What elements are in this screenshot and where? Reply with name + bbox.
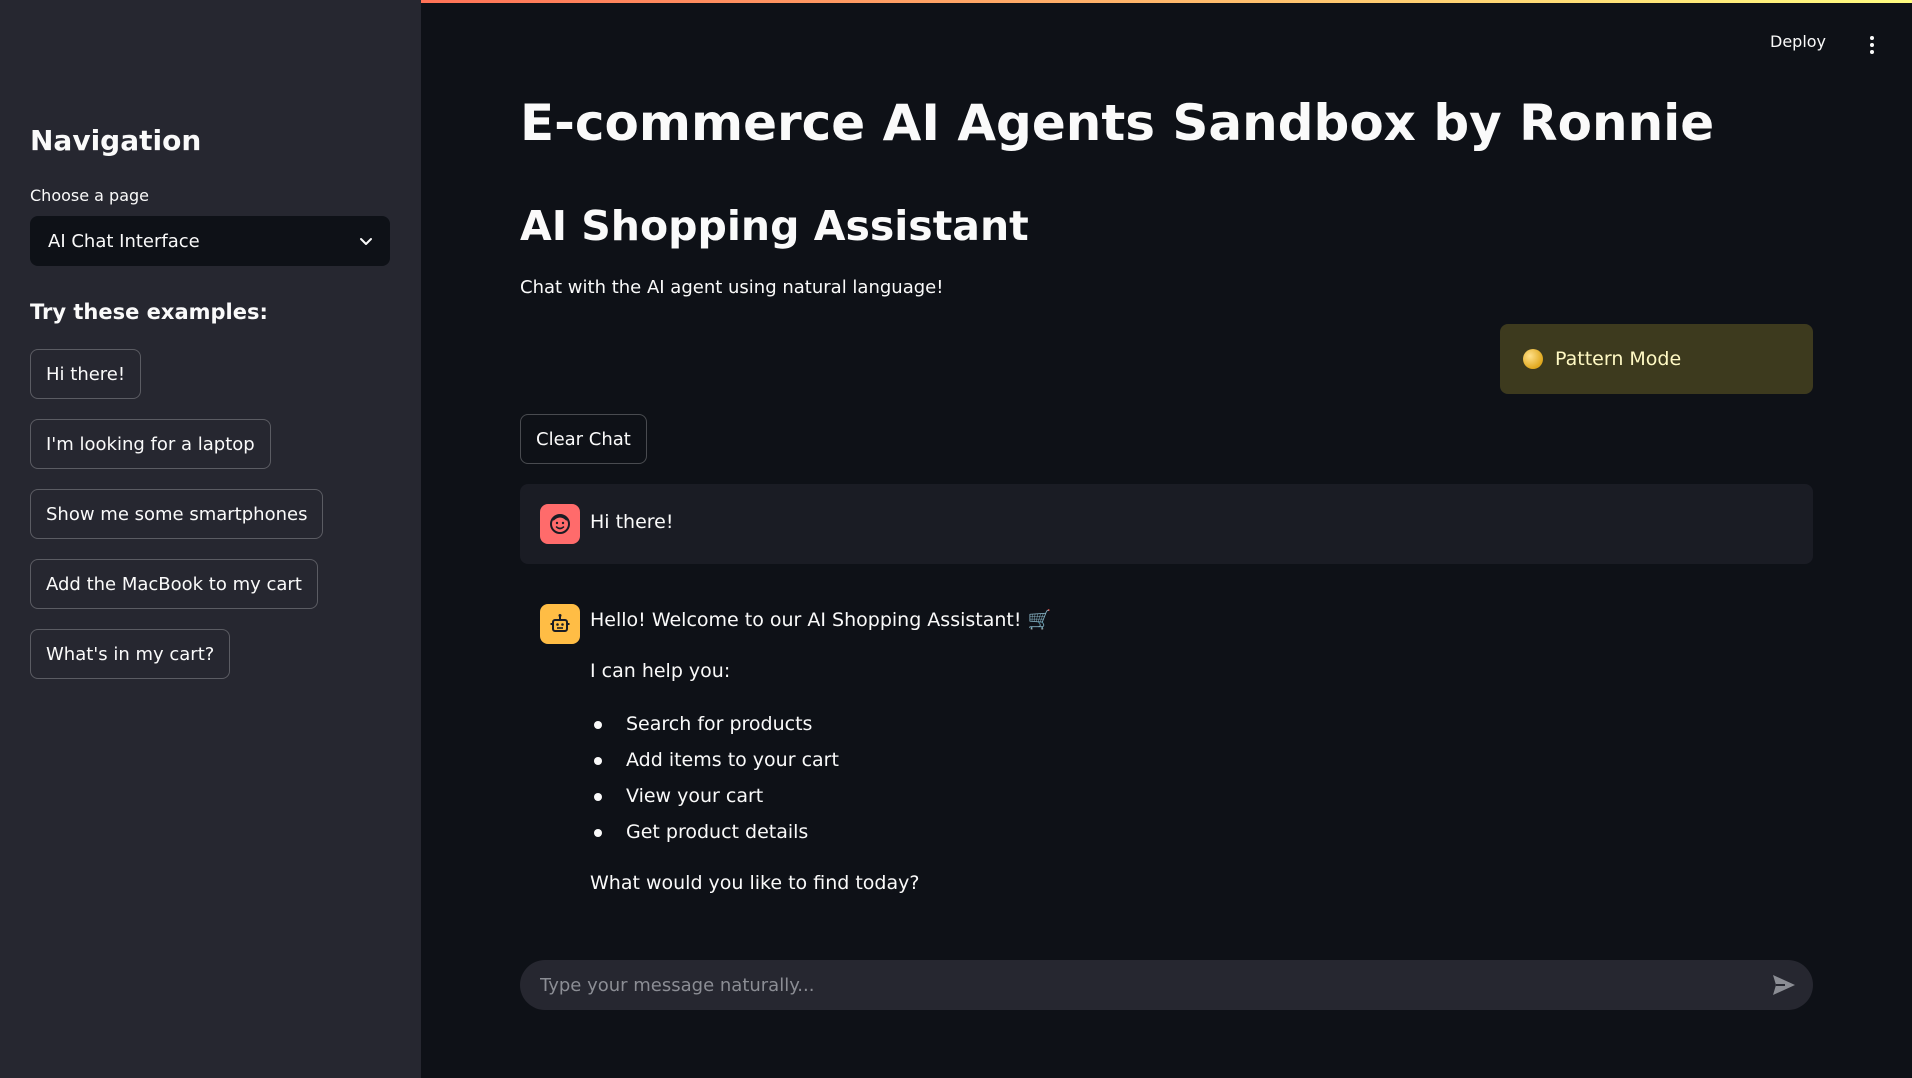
bot-greeting: Hello! Welcome to our AI Shopping Assist… [590,609,1052,631]
kebab-menu-icon[interactable] [1864,34,1880,56]
send-icon[interactable] [1771,973,1797,997]
list-item: View your cart [590,782,839,818]
list-item-text: Add items to your cart [626,749,839,771]
chevron-down-icon [360,238,372,245]
chat-input-bar [520,960,1813,1010]
page-select-value: AI Chat Interface [48,230,200,252]
list-item-text: View your cart [626,785,764,807]
bot-capabilities-list: Search for products Add items to your ca… [590,710,839,854]
section-title: AI Shopping Assistant [520,202,1029,250]
chat-input[interactable] [540,960,1740,1010]
examples-title: Try these examples: [30,300,268,324]
deploy-button[interactable]: Deploy [1770,32,1826,51]
sidebar: Navigation Choose a page AI Chat Interfa… [0,0,421,1078]
example-button-hi[interactable]: Hi there! [30,349,142,399]
example-button-cart[interactable]: What's in my cart? [30,629,231,679]
example-button-smartphones[interactable]: Show me some smartphones [30,489,324,539]
user-message: Hi there! [520,484,1813,564]
yellow-circle-icon [1523,349,1543,369]
user-message-text: Hi there! [590,511,674,533]
example-button-laptop[interactable]: I'm looking for a laptop [30,419,271,469]
list-item: Search for products [590,710,839,746]
clear-chat-button[interactable]: Clear Chat [520,414,647,464]
list-item: Add items to your cart [590,746,839,782]
bot-intro: I can help you: [590,660,731,682]
page-description: Chat with the AI agent using natural lan… [520,277,944,298]
example-button-add-macbook[interactable]: Add the MacBook to my cart [30,559,318,609]
bot-closing: What would you like to find today? [590,872,920,894]
user-face-icon [540,504,580,544]
list-item-text: Get product details [626,821,809,843]
robot-icon [540,604,580,644]
list-item-text: Search for products [626,713,813,735]
list-item: Get product details [590,818,839,854]
mode-label: Pattern Mode [1555,348,1682,370]
page-title: E-commerce AI Agents Sandbox by Ronnie [520,94,1715,152]
page-select[interactable]: AI Chat Interface [30,216,390,266]
page-select-label: Choose a page [30,186,150,205]
sidebar-title: Navigation [30,124,202,157]
mode-indicator: Pattern Mode [1500,324,1813,394]
